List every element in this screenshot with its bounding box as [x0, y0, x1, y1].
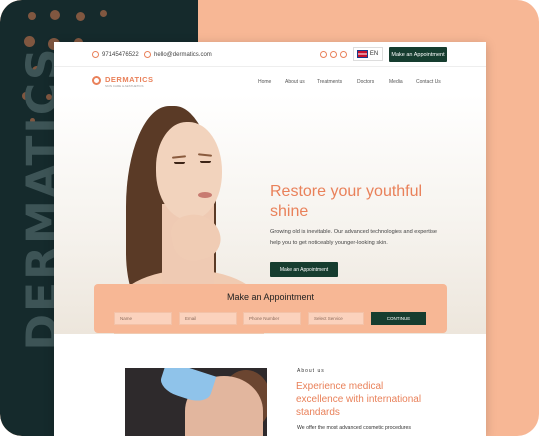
nav-doctors[interactable]: Doctors — [357, 79, 374, 85]
showcase-frame: DERMATICS 97145476522 hello@dermatics.co… — [0, 0, 539, 436]
main-navigation: DERMATICS SKIN CARE & AESTHETICS Home Ab… — [54, 68, 486, 94]
top-appointment-button[interactable]: Make an Appointment — [389, 47, 447, 62]
phone-icon — [92, 51, 99, 58]
nav-contact[interactable]: Contact Us — [416, 79, 441, 85]
logo-name[interactable]: DERMATICS — [105, 75, 154, 84]
email-address: hello@dermatics.com — [154, 51, 212, 58]
nav-media[interactable]: Media — [389, 79, 403, 85]
appointment-title: Make an Appointment — [226, 292, 315, 302]
email-input[interactable]: Email — [179, 312, 237, 325]
about-text: We offer the most advanced cosmetic proc… — [297, 425, 411, 431]
language-label: EN — [369, 51, 379, 57]
website-preview: 97145476522 hello@dermatics.com EN Make … — [54, 42, 486, 436]
service-select[interactable]: Select Service — [308, 312, 364, 325]
hero-title: Restore your youthful shine — [270, 183, 423, 220]
logo-tagline: SKIN CARE & AESTHETICS — [105, 84, 144, 88]
about-image — [125, 368, 267, 436]
email-contact[interactable]: hello@dermatics.com — [144, 51, 212, 58]
name-input[interactable]: Name — [114, 312, 172, 325]
language-selector[interactable]: EN — [353, 47, 383, 61]
nav-about[interactable]: About us — [285, 79, 305, 85]
mail-icon — [144, 51, 151, 58]
hero-appointment-button[interactable]: Make an Appointment — [270, 262, 338, 277]
nav-home[interactable]: Home — [258, 79, 271, 85]
logo-icon[interactable] — [92, 76, 101, 85]
appointment-form: Make an Appointment Name Email Phone Num… — [94, 284, 447, 333]
youtube-icon[interactable] — [340, 51, 347, 58]
phone-contact[interactable]: 97145476522 — [92, 51, 139, 58]
top-bar: 97145476522 hello@dermatics.com EN Make … — [54, 42, 486, 67]
phone-input[interactable]: Phone Number — [243, 312, 301, 325]
social-links — [320, 51, 347, 58]
continue-button[interactable]: CONTINUE — [371, 312, 426, 325]
uk-flag-icon — [356, 50, 368, 58]
facebook-icon[interactable] — [320, 51, 327, 58]
hero-description: Growing old is inevitable. Our advanced … — [270, 229, 437, 246]
about-kicker: About us — [297, 368, 325, 374]
about-title: Experience medical excellence with inter… — [296, 381, 422, 418]
nav-treatments[interactable]: Treatments — [317, 79, 342, 85]
phone-number: 97145476522 — [102, 51, 139, 58]
instagram-icon[interactable] — [330, 51, 337, 58]
